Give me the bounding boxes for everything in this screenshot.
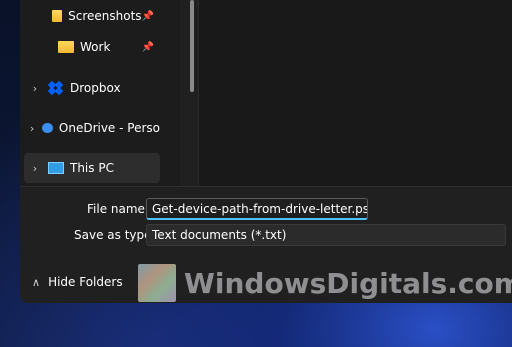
- chevron-right-icon[interactable]: ›: [28, 122, 36, 135]
- file-name-label: File name:: [87, 202, 149, 216]
- sidebar-item-onedrive[interactable]: › OneDrive - Perso: [24, 113, 160, 143]
- watermark-text: WindowsDigitals.com: [184, 266, 512, 300]
- hide-folders-button[interactable]: ∧ Hide Folders: [32, 275, 123, 289]
- sidebar-item-label: Dropbox: [70, 81, 121, 95]
- sidebar-item-label: Work: [80, 40, 111, 54]
- chevron-up-icon: ∧: [32, 275, 41, 289]
- save-as-dialog: Screenshots 📌 Work 📌 › Dropbox › OneDriv…: [20, 0, 512, 303]
- hide-folders-label: Hide Folders: [48, 275, 123, 289]
- chevron-right-icon[interactable]: ›: [28, 82, 42, 95]
- folder-icon: [52, 10, 63, 22]
- navigation-scrollbar[interactable]: [190, 0, 194, 92]
- save-as-type-select[interactable]: Text documents (*.txt): [146, 224, 506, 246]
- sidebar-item-dropbox[interactable]: › Dropbox: [24, 73, 160, 103]
- pin-icon: 📌: [141, 41, 154, 53]
- pin-icon: 📌: [141, 10, 154, 22]
- navigation-pane: Screenshots 📌 Work 📌 › Dropbox › OneDriv…: [20, 0, 180, 186]
- watermark: WindowsDigitals.com: [138, 264, 512, 302]
- watermark-logo-icon: [138, 264, 176, 302]
- this-pc-icon: [48, 162, 64, 174]
- sidebar-item-label: OneDrive - Perso: [58, 121, 160, 135]
- chevron-right-icon[interactable]: ›: [28, 162, 42, 175]
- sidebar-item-work[interactable]: Work 📌: [24, 32, 160, 62]
- save-as-type-label: Save as type:: [74, 228, 156, 242]
- sidebar-item-label: Screenshots: [68, 9, 142, 23]
- sidebar-item-this-pc[interactable]: › This PC: [24, 153, 160, 183]
- onedrive-icon: [42, 123, 53, 133]
- sidebar-item-label: This PC: [70, 161, 114, 175]
- file-name-input[interactable]: Get-device-path-from-drive-letter.ps1: [146, 198, 368, 220]
- file-list-area[interactable]: [199, 0, 512, 186]
- dropbox-icon: [47, 80, 64, 96]
- sidebar-item-screenshots[interactable]: Screenshots 📌: [24, 1, 160, 31]
- folder-icon: [58, 41, 74, 53]
